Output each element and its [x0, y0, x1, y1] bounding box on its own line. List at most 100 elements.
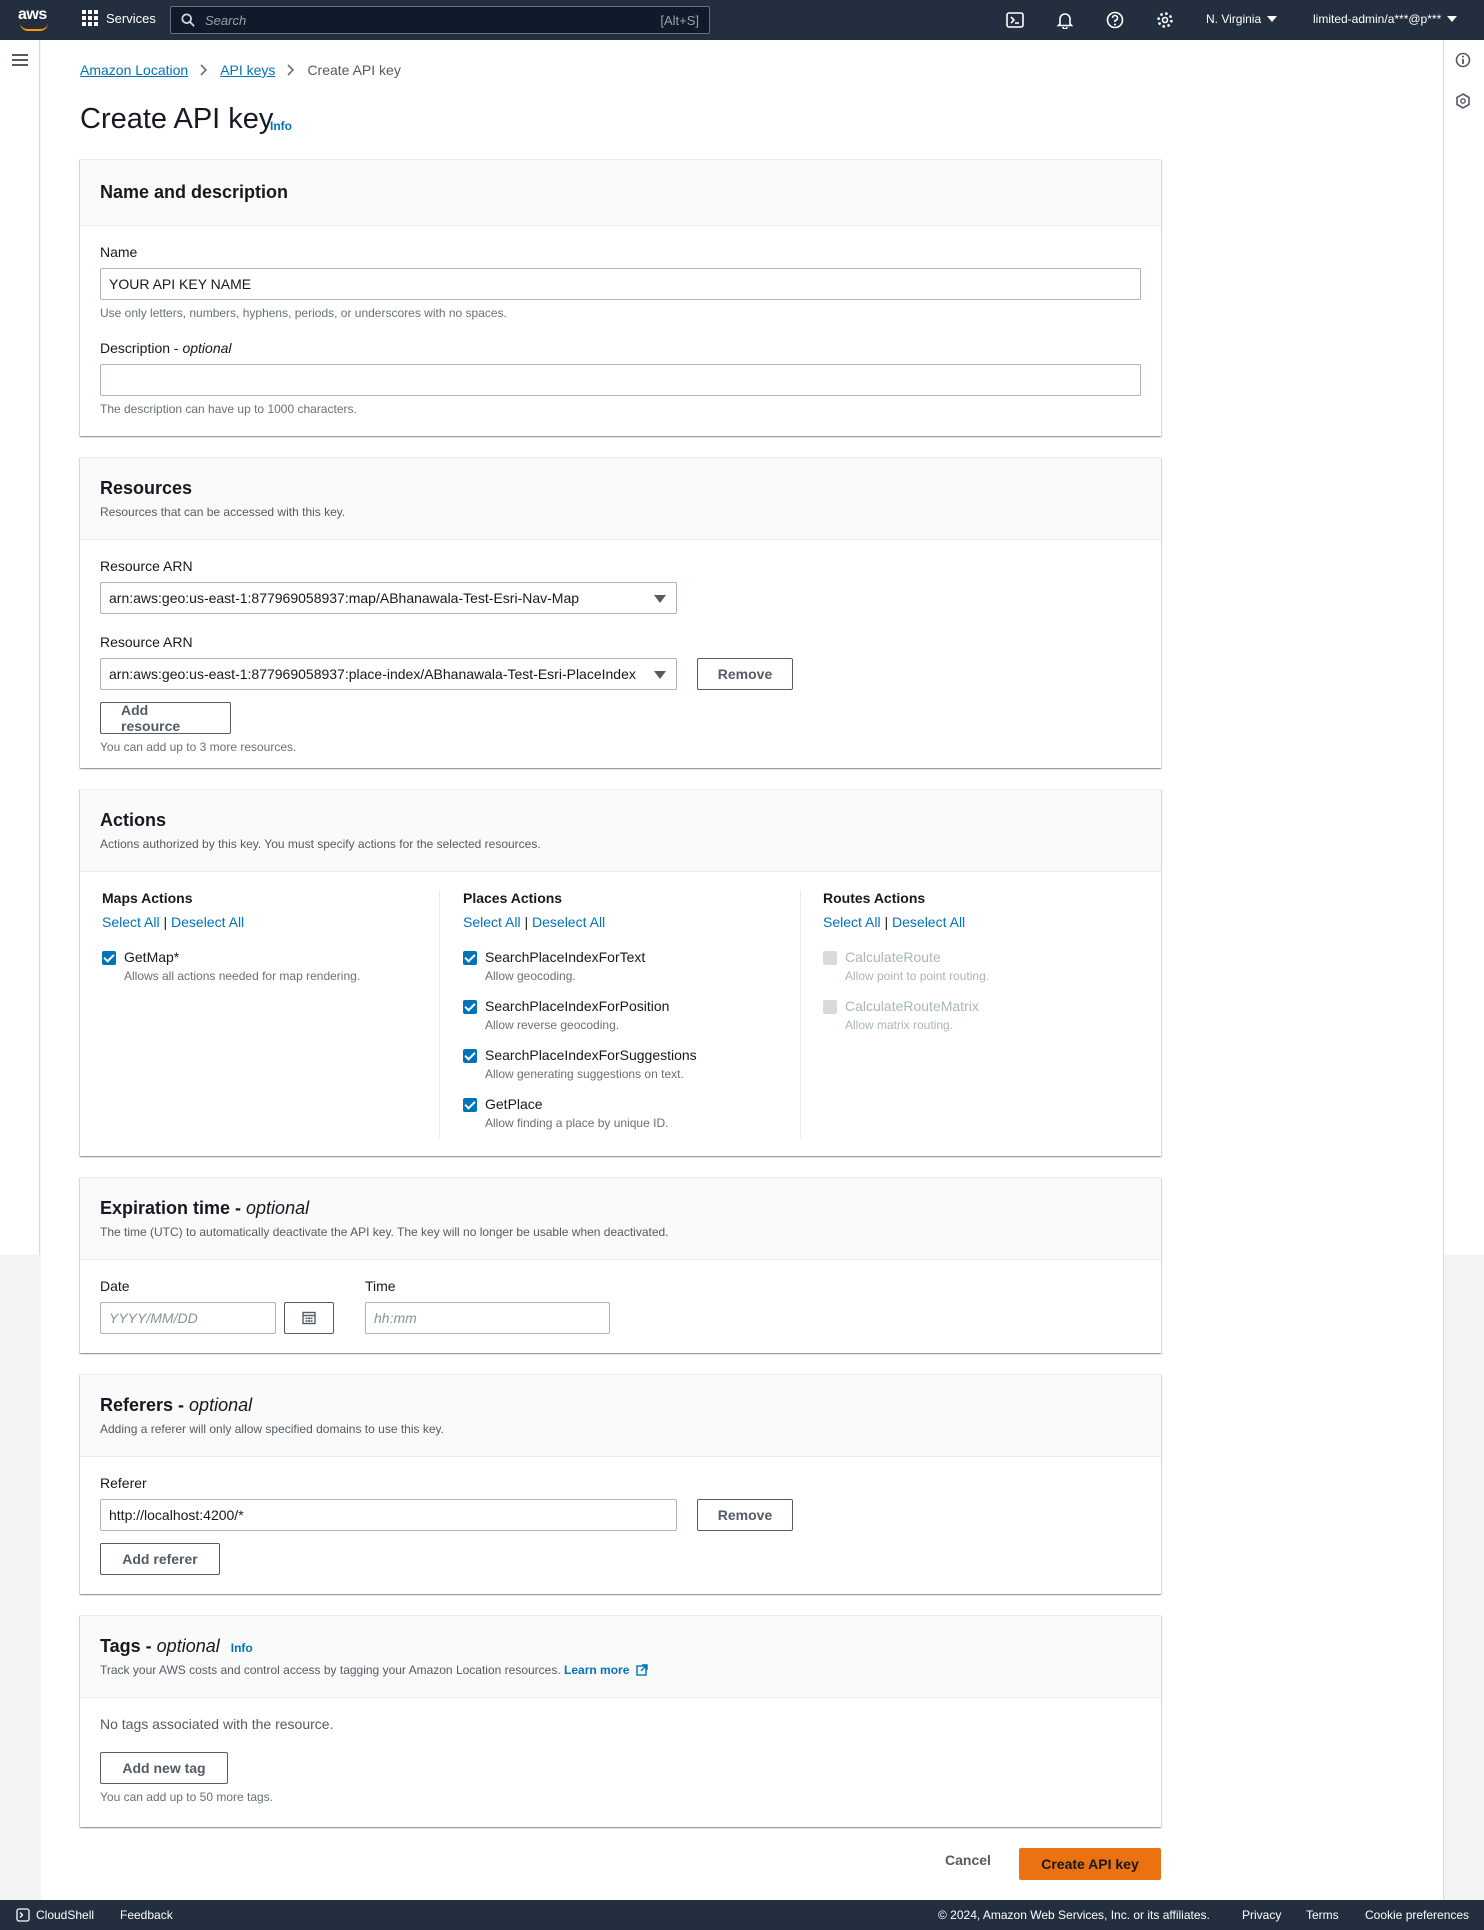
panel-body: Date YYYY/MM/DD Time hh:mm [80, 1260, 1161, 1352]
expiration-panel: Expiration time - optional The time (UTC… [80, 1177, 1161, 1353]
checkbox-checked[interactable] [102, 951, 116, 965]
menu-hamburger-icon[interactable] [12, 54, 28, 66]
breadcrumb-api-keys[interactable]: API keys [220, 62, 275, 78]
checkbox-disabled [823, 1000, 837, 1014]
panel-description: Actions authorized by this key. You must… [100, 837, 541, 851]
learn-more-link[interactable]: Learn more [564, 1663, 629, 1677]
tags-panel: Tags - optional Info Track your AWS cost… [80, 1615, 1161, 1827]
places-deselect-all-link[interactable]: Deselect All [532, 914, 605, 930]
add-new-tag-button[interactable]: Add new tag [100, 1752, 228, 1784]
tags-info-link[interactable]: Info [231, 1641, 253, 1655]
top-navigation-bar: aws Services Search [Alt+S] N. Virginia … [0, 0, 1484, 40]
chevron-right-icon [200, 64, 208, 76]
calendar-button[interactable] [284, 1302, 334, 1334]
external-link-icon [636, 1664, 648, 1676]
region-selector[interactable]: N. Virginia [1206, 12, 1278, 26]
panel-title: Actions [100, 810, 167, 830]
referers-panel: Referers - optional Adding a referer wil… [80, 1374, 1161, 1594]
privacy-link[interactable]: Privacy [1242, 1908, 1281, 1922]
search-input[interactable]: Search [Alt+S] [170, 6, 710, 34]
action-searchplaceindexfortext-row[interactable]: SearchPlaceIndexForText Allow geocoding. [463, 949, 783, 983]
create-api-key-button[interactable]: Create API key [1019, 1848, 1161, 1880]
action-desc: Allow generating suggestions on text. [485, 1067, 684, 1081]
page-info-link[interactable]: Info [270, 119, 292, 133]
cloudshell-icon[interactable] [1006, 11, 1024, 29]
maps-select-all-link[interactable]: Select All [102, 914, 160, 930]
cloudshell-icon [16, 1908, 30, 1922]
action-desc: Allows all actions needed for map render… [124, 969, 361, 983]
add-resource-button[interactable]: Add resource [100, 702, 231, 734]
action-name: SearchPlaceIndexForText [485, 949, 646, 965]
checkbox-checked[interactable] [463, 1098, 477, 1112]
feedback-link[interactable]: Feedback [120, 1908, 173, 1922]
cookie-preferences-link[interactable]: Cookie preferences [1365, 1908, 1469, 1922]
cancel-button[interactable]: Cancel [945, 1852, 991, 1868]
action-searchplaceindexforposition-row[interactable]: SearchPlaceIndexForPosition Allow reverse… [463, 998, 783, 1032]
info-panel-icon[interactable] [1455, 52, 1471, 68]
grid-icon [82, 10, 98, 26]
chevron-right-icon [287, 64, 295, 76]
breadcrumb-amazon-location[interactable]: Amazon Location [80, 62, 188, 78]
description-input[interactable] [100, 364, 1141, 396]
panel-description: Resources that can be accessed with this… [100, 505, 346, 519]
action-desc: Allow reverse geocoding. [485, 1018, 620, 1032]
routes-deselect-all-link[interactable]: Deselect All [892, 914, 965, 930]
settings-gear-icon[interactable] [1156, 11, 1174, 29]
resource-hexagon-icon[interactable] [1455, 93, 1471, 109]
panel-header: Resources Resources that can be accessed… [80, 458, 1161, 540]
panel-title: Resources [100, 478, 193, 498]
region-label: N. Virginia [1206, 12, 1262, 26]
cloudshell-link[interactable]: CloudShell [36, 1908, 94, 1922]
action-getplace-row[interactable]: GetPlace Allow finding a place by unique … [463, 1096, 783, 1130]
services-menu-button[interactable]: Services [82, 10, 156, 26]
referer-input[interactable]: http://localhost:4200/* [100, 1499, 677, 1531]
name-input[interactable]: YOUR API KEY NAME [100, 268, 1141, 300]
caret-down-icon [1267, 16, 1278, 22]
no-tags-text: No tags associated with the resource. [100, 1716, 334, 1732]
resource-arn-select[interactable]: arn:aws:geo:us-east-1:877969058937:place… [100, 658, 677, 690]
panel-body: No tags associated with the resource. Ad… [80, 1698, 1161, 1822]
checkbox-checked[interactable] [463, 951, 477, 965]
lower-background-left [0, 1255, 40, 1900]
account-label: limited-admin/a***@p*** [1313, 12, 1442, 26]
remove-resource-button[interactable]: Remove [697, 658, 793, 690]
places-select-row: Select All | Deselect All [463, 914, 606, 930]
resource-arn-label: Resource ARN [100, 558, 193, 574]
action-searchplaceindexforsuggestions-row[interactable]: SearchPlaceIndexForSuggestions Allow gene… [463, 1047, 783, 1081]
add-referer-button[interactable]: Add referer [100, 1543, 220, 1575]
resource-arn-value: arn:aws:geo:us-east-1:877969058937:map/A… [109, 590, 580, 606]
name-description-panel: Name and description Name YOUR API KEY N… [80, 159, 1161, 436]
remove-referer-button[interactable]: Remove [697, 1499, 793, 1531]
resources-panel: Resources Resources that can be accessed… [80, 457, 1161, 768]
resource-arn-select[interactable]: arn:aws:geo:us-east-1:877969058937:map/A… [100, 582, 677, 614]
action-desc: Allow geocoding. [485, 969, 576, 983]
copyright-text: © 2024, Amazon Web Services, Inc. or its… [938, 1908, 1210, 1922]
action-getmap-row[interactable]: GetMap* Allows all actions needed for map… [102, 949, 422, 983]
maps-deselect-all-link[interactable]: Deselect All [171, 914, 244, 930]
referer-label: Referer [100, 1475, 147, 1491]
panel-header: Actions Actions authorized by this key. … [80, 790, 1161, 872]
maps-actions-column: Maps Actions Select All | Deselect All G… [102, 890, 422, 983]
resource-arn-label: Resource ARN [100, 634, 193, 650]
terms-link[interactable]: Terms [1306, 1908, 1339, 1922]
tags-hint: You can add up to 50 more tags. [100, 1790, 274, 1804]
time-label: Time [365, 1278, 396, 1294]
panel-header: Expiration time - optional The time (UTC… [80, 1178, 1161, 1260]
checkbox-checked[interactable] [463, 1000, 477, 1014]
aws-logo[interactable]: aws [18, 7, 54, 33]
date-input[interactable]: YYYY/MM/DD [100, 1302, 276, 1334]
name-hint: Use only letters, numbers, hyphens, peri… [100, 306, 507, 320]
page-title: Create API key [80, 103, 274, 135]
places-select-all-link[interactable]: Select All [463, 914, 521, 930]
routes-select-all-link[interactable]: Select All [823, 914, 881, 930]
action-name: GetMap* [124, 949, 180, 965]
help-icon[interactable] [1106, 11, 1124, 29]
notifications-bell-icon[interactable] [1056, 11, 1074, 29]
panel-description: Track your AWS costs and control access … [100, 1663, 1141, 1677]
panel-header: Referers - optional Adding a referer wil… [80, 1375, 1161, 1457]
aws-logo-text: aws [18, 6, 47, 23]
checkbox-disabled [823, 951, 837, 965]
checkbox-checked[interactable] [463, 1049, 477, 1063]
account-menu[interactable]: limited-admin/a***@p*** [1313, 12, 1458, 26]
time-input[interactable]: hh:mm [365, 1302, 610, 1334]
